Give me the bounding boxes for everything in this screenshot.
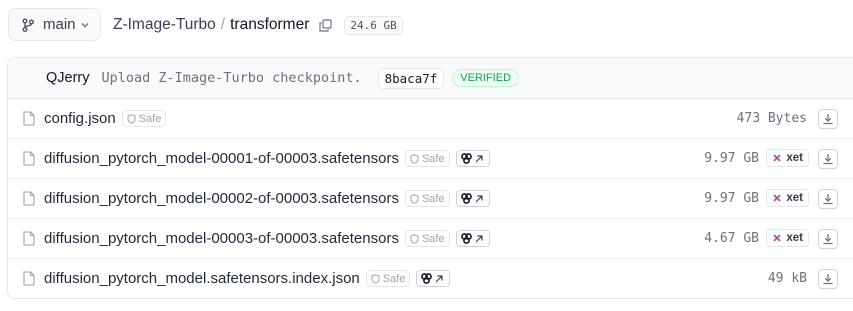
shield-icon — [371, 273, 383, 284]
breadcrumb-separator: / — [220, 16, 226, 33]
file-icon — [23, 271, 35, 291]
file-name-group: config.json Safe — [44, 110, 167, 127]
safe-label: Safe — [421, 192, 445, 205]
copy-path-icon[interactable] — [319, 18, 332, 32]
file-name-link[interactable]: diffusion_pytorch_model-00002-of-00003.s… — [44, 190, 399, 207]
chevron-down-icon — [81, 22, 89, 27]
file-table: QJerry Upload Z-Image-Turbo checkpoint. … — [7, 57, 853, 299]
safe-badge[interactable]: Safe — [121, 110, 167, 127]
git-branch-icon — [22, 18, 34, 32]
file-size: 4.67 GB — [704, 231, 759, 246]
commit-author[interactable]: QJerry — [46, 70, 90, 86]
file-row[interactable]: diffusion_pytorch_model-00001-of-00003.s… — [8, 139, 853, 179]
safe-label: Safe — [421, 152, 445, 165]
file-size: 9.97 GB — [704, 151, 759, 166]
file-icon — [23, 231, 35, 251]
file-list: config.json Safe 473 Bytes diffusion_pytorc… — [8, 99, 853, 298]
open-in-viewer-icon[interactable] — [455, 150, 490, 167]
xet-badge[interactable]: xet — [766, 149, 809, 167]
xet-badge[interactable]: xet — [766, 229, 809, 247]
file-row[interactable]: config.json Safe 473 Bytes — [8, 99, 853, 139]
download-button[interactable] — [818, 229, 838, 249]
shield-icon — [410, 193, 422, 204]
file-row[interactable]: diffusion_pytorch_model-00003-of-00003.s… — [8, 219, 853, 259]
xet-icon — [772, 193, 786, 203]
xet-badge[interactable]: xet — [766, 189, 809, 207]
xet-label: xet — [786, 152, 803, 164]
download-icon — [822, 233, 834, 245]
file-name-link[interactable]: diffusion_pytorch_model-00001-of-00003.s… — [44, 150, 399, 167]
safe-badge[interactable]: Safe — [404, 150, 450, 167]
open-in-viewer-icon[interactable] — [416, 270, 451, 287]
branch-selector[interactable]: main — [8, 8, 101, 41]
safe-label: Safe — [138, 112, 162, 125]
download-button[interactable] — [818, 189, 838, 209]
commit-hash[interactable]: 8baca7f — [377, 67, 445, 89]
verified-badge: VERIFIED — [452, 69, 520, 87]
file-name-group: diffusion_pytorch_model-00001-of-00003.s… — [44, 150, 490, 167]
file-name-group: diffusion_pytorch_model-00003-of-00003.s… — [44, 230, 490, 247]
download-icon — [822, 273, 834, 285]
open-in-viewer-icon[interactable] — [455, 230, 490, 247]
file-name-group: diffusion_pytorch_model.safetensors.inde… — [44, 270, 451, 287]
file-size: 49 kB — [767, 271, 807, 286]
file-name-link[interactable]: diffusion_pytorch_model-00003-of-00003.s… — [44, 230, 399, 247]
file-size: 473 Bytes — [736, 111, 807, 126]
safe-badge[interactable]: Safe — [404, 230, 450, 247]
download-icon — [822, 153, 834, 165]
shield-icon — [410, 233, 422, 244]
xet-icon — [772, 233, 786, 243]
download-button[interactable] — [818, 109, 838, 129]
safe-label: Safe — [421, 232, 445, 245]
download-button[interactable] — [818, 269, 838, 289]
file-row[interactable]: diffusion_pytorch_model.safetensors.inde… — [8, 259, 853, 298]
last-commit-row: QJerry Upload Z-Image-Turbo checkpoint. … — [8, 58, 853, 99]
breadcrumb-folder: transformer — [230, 16, 310, 33]
breadcrumb: Z-Image-Turbo / transformer 24.6 GB — [113, 14, 403, 36]
branch-label: main — [43, 16, 76, 33]
file-name-link[interactable]: config.json — [44, 110, 116, 127]
safe-badge[interactable]: Safe — [404, 190, 450, 207]
xet-icon — [772, 153, 786, 163]
file-icon — [23, 151, 35, 171]
file-name-group: diffusion_pytorch_model-00002-of-00003.s… — [44, 190, 490, 207]
xet-label: xet — [786, 232, 803, 244]
safe-label: Safe — [382, 272, 406, 285]
xet-label: xet — [786, 192, 803, 204]
file-name-link[interactable]: diffusion_pytorch_model.safetensors.inde… — [44, 270, 360, 287]
file-icon — [23, 111, 35, 131]
file-size: 9.97 GB — [704, 191, 759, 206]
file-icon — [23, 191, 35, 211]
open-in-viewer-icon[interactable] — [455, 190, 490, 207]
shield-icon — [410, 153, 422, 164]
download-button[interactable] — [818, 149, 838, 169]
shield-icon — [127, 113, 139, 124]
file-row[interactable]: diffusion_pytorch_model-00002-of-00003.s… — [8, 179, 853, 219]
download-icon — [822, 193, 834, 205]
commit-message[interactable]: Upload Z-Image-Turbo checkpoint. — [102, 70, 362, 86]
folder-size-badge: 24.6 GB — [344, 15, 403, 35]
download-icon — [822, 113, 834, 125]
breadcrumb-repo[interactable]: Z-Image-Turbo — [113, 16, 216, 34]
safe-badge[interactable]: Safe — [365, 270, 411, 287]
